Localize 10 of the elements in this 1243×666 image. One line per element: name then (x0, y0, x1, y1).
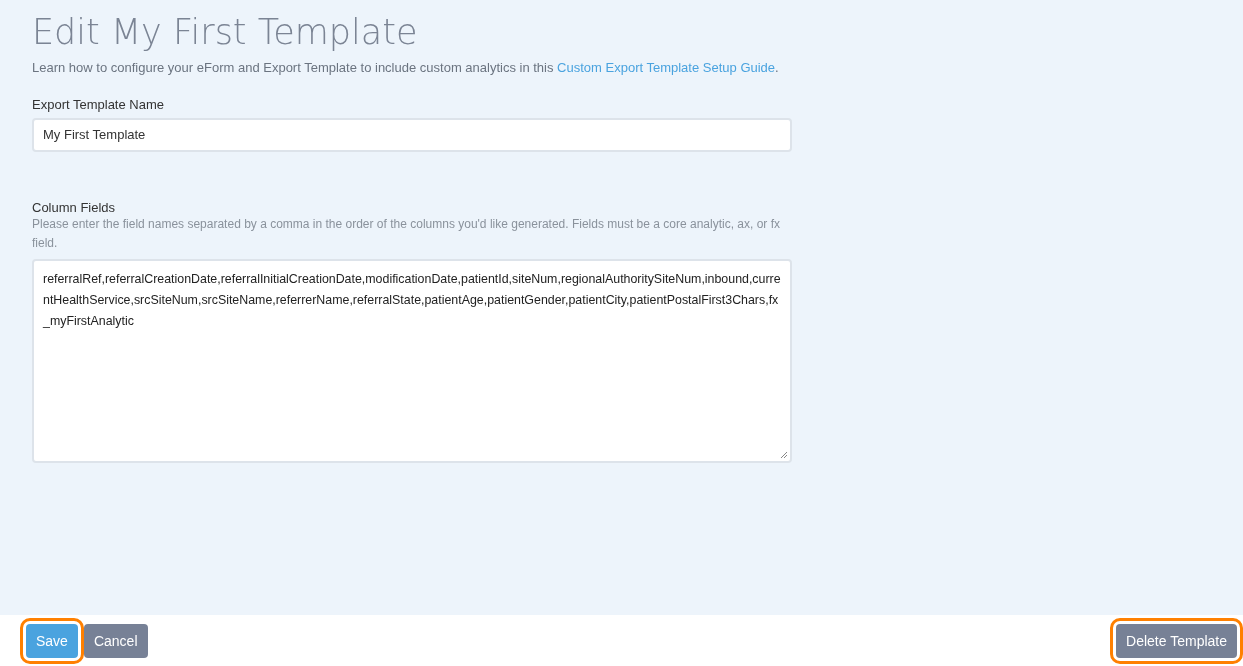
intro-text: Learn how to configure your eForm and Export Template to include custom analytics in this Custom Export Template Setup Guide. (32, 59, 780, 77)
field-label: Column Fields (32, 200, 117, 215)
setup-guide-link[interactable]: Custom Export Template Setup Guide (557, 60, 776, 75)
help-text: Please enter the field names separated by a comma in the order of the columns you'd like generated. Fields must be a core analytic, ax, or fx field. (32, 216, 782, 252)
page-title: Edit My First Template (32, 12, 419, 52)
resize-grip-icon[interactable] (780, 451, 788, 459)
cancel-button[interactable]: Cancel (83, 623, 148, 658)
field-label: Export Template Name (32, 97, 165, 112)
column-fields-textarea[interactable]: referralRef,referralCreationDate,referralInitialCreationDate,modificationDate,patientId,siteNum,regionalAuthoritySiteNum,inbound,currentHealthService,srcSiteNum,srcSiteName,referrerName,referralState,patientAge,patientGender,patientCity,patientPostalFirst3Chars,fx_myFirstAnalytic (32, 259, 792, 463)
template-name-input[interactable]: My First Template (32, 118, 792, 152)
